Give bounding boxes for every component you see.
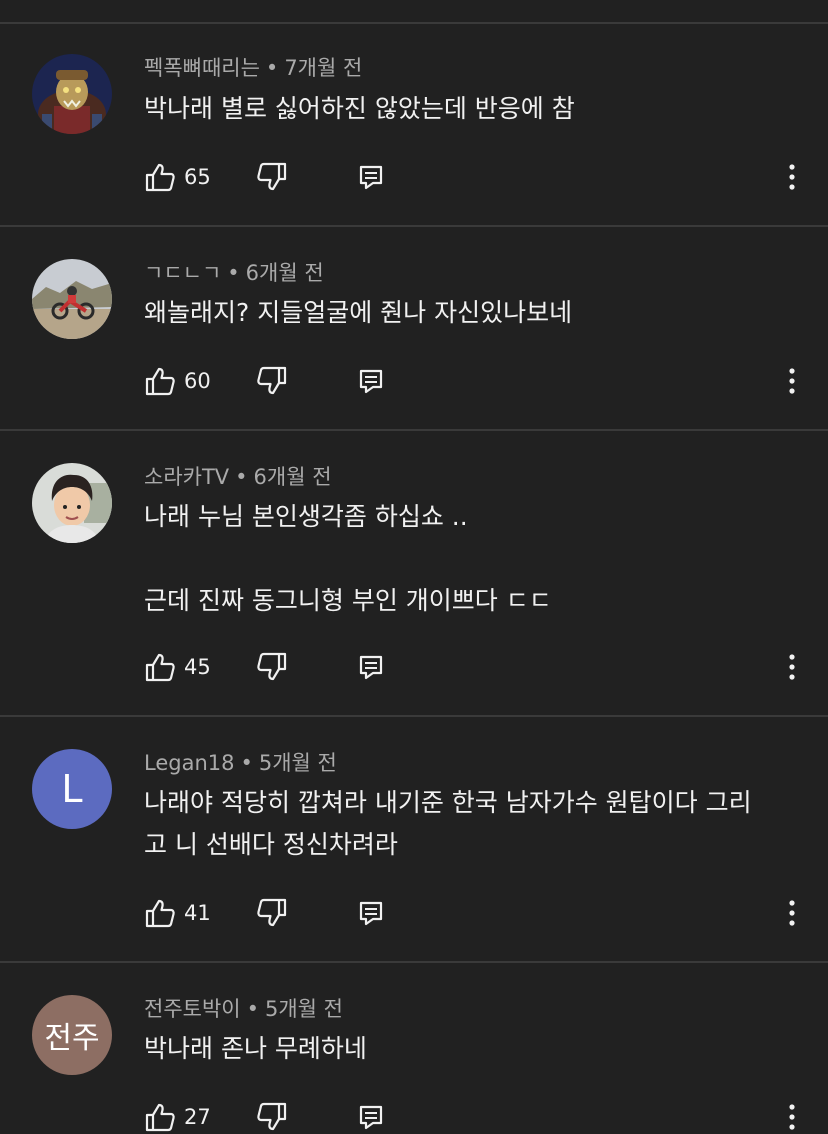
more-options-button[interactable] <box>780 896 804 930</box>
avatar-letter: 전주 <box>32 995 112 1075</box>
dislike-button[interactable] <box>256 896 288 930</box>
avatar[interactable]: 전주 <box>32 995 112 1075</box>
avatar-letter: L <box>32 749 112 829</box>
comment-text: 왜놀래지? 지들얼굴에 줜나 자신있나보네 <box>144 298 573 327</box>
author-name[interactable]: 펙폭뼈때리는 <box>144 56 260 80</box>
thumbs-up-icon <box>145 899 175 928</box>
comment-meta: ㄱㄷㄴㄱ • 6개월 전 <box>144 259 324 287</box>
author-name[interactable]: Legan18 <box>144 751 234 775</box>
thumbs-down-icon <box>257 366 287 395</box>
reply-comment-icon <box>359 901 383 926</box>
comment-time[interactable]: 5개월 전 <box>265 997 343 1021</box>
more-options-button[interactable] <box>780 650 804 684</box>
reply-comment-icon <box>359 369 383 394</box>
dislike-button[interactable] <box>256 364 288 398</box>
author-name[interactable]: 전주토박이 <box>144 997 241 1021</box>
comment-thread: 펙폭뼈때리는 • 7개월 전 박나래 별로 싫어하진 않았는데 반응에 참 65 <box>0 24 828 227</box>
comment-meta: 전주토박이 • 5개월 전 <box>144 995 343 1023</box>
dislike-button[interactable] <box>256 650 288 684</box>
like-button[interactable]: 45 <box>144 650 211 684</box>
separator-dot: • <box>240 751 253 775</box>
separator-dot: • <box>235 465 248 489</box>
thumbs-up-icon <box>145 1103 175 1132</box>
reply-button[interactable] <box>358 1100 384 1134</box>
more-options-button[interactable] <box>780 160 804 194</box>
vertical-dots-icon <box>789 1104 795 1130</box>
separator-dot: • <box>246 997 259 1021</box>
comment-thread: 전주 전주토박이 • 5개월 전 박나래 존나 무례하네 27 <box>0 963 828 1132</box>
avatar[interactable] <box>32 54 112 134</box>
more-options-button[interactable] <box>780 364 804 398</box>
comment-text: 나래야 적당히 깝쳐라 내기준 한국 남자가수 원탑이다 그리 고 니 선배다 … <box>144 788 752 859</box>
comment-thread: 소라카TV • 6개월 전 나래 누님 본인생각좀 하십쇼 .. 근데 진짜 동그니… <box>0 431 828 717</box>
reply-comment-icon <box>359 655 383 680</box>
like-count: 65 <box>184 165 211 189</box>
dislike-button[interactable] <box>256 1100 288 1134</box>
comment-time[interactable]: 6개월 전 <box>246 261 324 285</box>
more-options-button[interactable] <box>780 1100 804 1134</box>
thumbs-up-icon <box>145 653 175 682</box>
person-photo-avatar-icon <box>32 463 112 543</box>
avatar[interactable]: L <box>32 749 112 829</box>
reply-button[interactable] <box>358 650 384 684</box>
vertical-dots-icon <box>789 654 795 680</box>
thumbs-up-icon <box>145 367 175 396</box>
comment-time[interactable]: 6개월 전 <box>254 465 332 489</box>
like-count: 60 <box>184 369 211 393</box>
comment-actions: 45 <box>144 650 814 684</box>
comment-time[interactable]: 7개월 전 <box>284 56 362 80</box>
comment-text: 박나래 존나 무례하네 <box>144 1034 367 1063</box>
like-button[interactable]: 41 <box>144 896 211 930</box>
reply-comment-icon <box>359 1105 383 1130</box>
comment-meta: 펙폭뼈때리는 • 7개월 전 <box>144 54 362 82</box>
author-name[interactable]: 소라카TV <box>144 465 229 489</box>
separator-dot: • <box>227 261 240 285</box>
comment-actions: 60 <box>144 364 814 398</box>
comment-actions: 27 <box>144 1100 814 1134</box>
comment-meta: Legan18 • 5개월 전 <box>144 749 337 777</box>
reply-button[interactable] <box>358 364 384 398</box>
comment-actions: 65 <box>144 160 814 194</box>
motorbike-rider-avatar-icon <box>32 259 112 339</box>
comment-thread: ㄱㄷㄴㄱ • 6개월 전 왜놀래지? 지들얼굴에 줜나 자신있나보네 60 <box>0 227 828 431</box>
like-count: 45 <box>184 655 211 679</box>
like-count: 27 <box>184 1105 211 1129</box>
reply-button[interactable] <box>358 896 384 930</box>
top-divider <box>0 0 828 24</box>
vertical-dots-icon <box>789 900 795 926</box>
vertical-dots-icon <box>789 368 795 394</box>
like-button[interactable]: 65 <box>144 160 211 194</box>
comment-text: 나래 누님 본인생각좀 하십쇼 .. 근데 진짜 동그니형 부인 개이쁘다 ㄷㄷ <box>144 502 552 615</box>
reply-button[interactable] <box>358 160 384 194</box>
orc-character-avatar-icon <box>32 54 112 134</box>
vertical-dots-icon <box>789 164 795 190</box>
avatar[interactable] <box>32 259 112 339</box>
comment-actions: 41 <box>144 896 814 930</box>
comment-text: 박나래 별로 싫어하진 않았는데 반응에 참 <box>144 94 575 123</box>
like-count: 41 <box>184 901 211 925</box>
comment-time[interactable]: 5개월 전 <box>259 751 337 775</box>
like-button[interactable]: 60 <box>144 364 211 398</box>
thumbs-down-icon <box>257 898 287 927</box>
comment-meta: 소라카TV • 6개월 전 <box>144 463 332 491</box>
author-name[interactable]: ㄱㄷㄴㄱ <box>144 261 221 285</box>
separator-dot: • <box>265 56 279 80</box>
dislike-button[interactable] <box>256 160 288 194</box>
comment-thread: L Legan18 • 5개월 전 나래야 적당히 깝쳐라 내기준 한국 남자가수 … <box>0 717 828 963</box>
thumbs-down-icon <box>257 652 287 681</box>
avatar[interactable] <box>32 463 112 543</box>
thumbs-up-icon <box>145 163 175 192</box>
thumbs-down-icon <box>257 1102 287 1131</box>
reply-comment-icon <box>359 165 383 190</box>
thumbs-down-icon <box>257 162 287 191</box>
like-button[interactable]: 27 <box>144 1100 211 1134</box>
